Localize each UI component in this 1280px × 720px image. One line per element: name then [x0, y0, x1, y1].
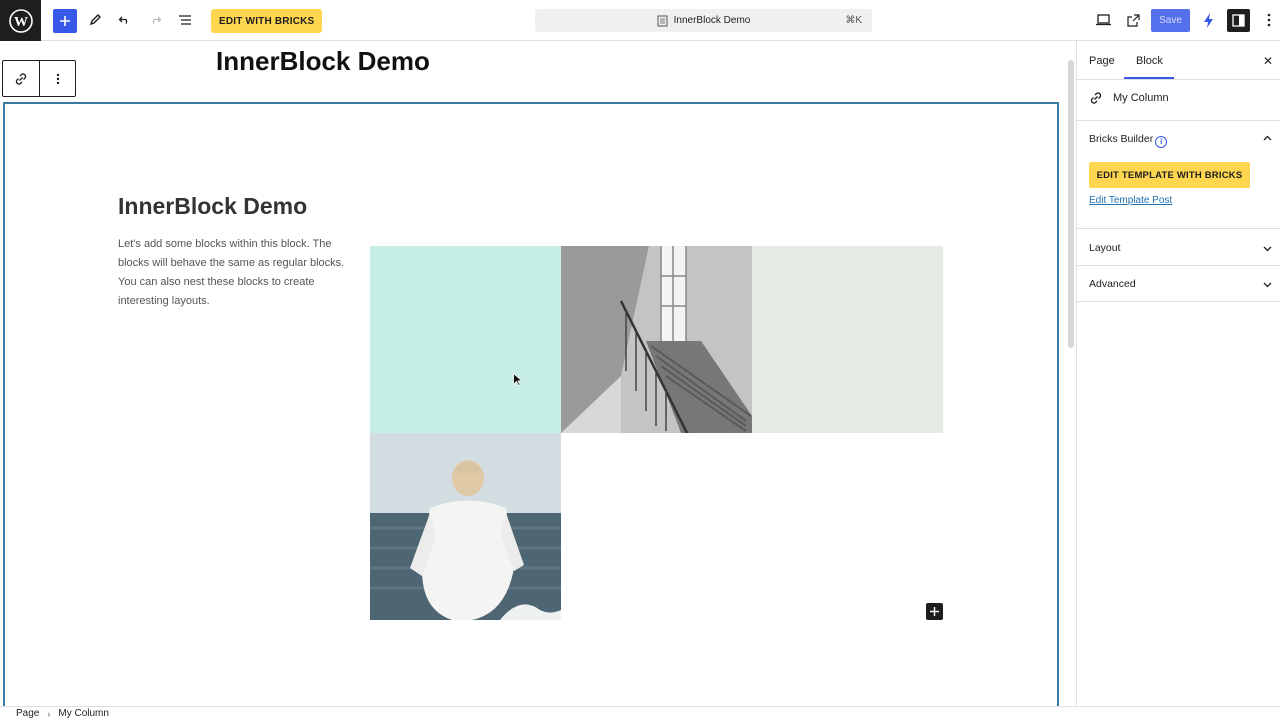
- document-title: InnerBlock Demo: [673, 15, 751, 26]
- wordpress-logo-icon[interactable]: W: [0, 0, 41, 41]
- inner-block-paragraph[interactable]: Let's add some blocks within this block.…: [118, 235, 353, 311]
- close-icon[interactable]: ✕: [1263, 54, 1273, 68]
- chevron-down-icon[interactable]: [1263, 244, 1272, 255]
- divider: [1077, 301, 1280, 302]
- panel-advanced-title[interactable]: Advanced: [1089, 278, 1136, 290]
- view-post-icon[interactable]: [1121, 8, 1145, 32]
- divider: [1077, 120, 1280, 121]
- block-options-icon[interactable]: [40, 61, 75, 96]
- command-shortcut: ⌘K: [845, 15, 862, 26]
- redo-icon[interactable]: [143, 8, 167, 32]
- block-appender-add-icon[interactable]: [926, 603, 943, 620]
- panel-layout-title[interactable]: Layout: [1089, 242, 1121, 254]
- divider: [1077, 265, 1280, 266]
- pencil-tools-icon[interactable]: [83, 8, 107, 32]
- breadcrumb-item-my-column[interactable]: My Column: [58, 708, 109, 719]
- device-preview-icon[interactable]: [1091, 8, 1115, 32]
- tab-page[interactable]: Page: [1089, 55, 1115, 67]
- panel-bricks-label: Bricks Builder: [1089, 133, 1154, 145]
- divider: [1077, 228, 1280, 229]
- chevron-right-icon: ›: [47, 708, 51, 719]
- block-breadcrumb: Page › My Column: [0, 706, 1280, 720]
- document-title-bar[interactable]: InnerBlock Demo ⌘K: [535, 9, 872, 32]
- settings-sidebar: Page Block ✕ My Column Bricks Builder i E…: [1076, 41, 1280, 706]
- edit-template-post-link[interactable]: Edit Template Post: [1089, 195, 1172, 206]
- save-button[interactable]: Save: [1151, 9, 1190, 32]
- mouse-cursor-icon: [513, 372, 524, 391]
- canvas-scrollbar[interactable]: [1068, 60, 1074, 348]
- add-block-button[interactable]: [53, 9, 77, 33]
- tab-block[interactable]: Block: [1136, 55, 1163, 67]
- page-icon: [657, 15, 668, 26]
- options-menu-icon[interactable]: [1257, 8, 1280, 32]
- block-card: My Column: [1089, 91, 1169, 105]
- info-icon[interactable]: i: [1155, 135, 1168, 148]
- gallery-tile-pale-green[interactable]: [752, 246, 943, 433]
- panel-bricks-builder-title[interactable]: Bricks Builder i: [1089, 133, 1168, 148]
- document-overview-icon[interactable]: [173, 8, 197, 32]
- active-tab-indicator: [1124, 77, 1174, 79]
- link-block-icon[interactable]: [3, 61, 40, 96]
- sidebar-tabs: Page Block ✕: [1077, 41, 1280, 80]
- editor-top-bar: W EDIT WITH BRICKS InnerBlock Demo ⌘K Sa…: [0, 0, 1280, 41]
- gallery-image-man-by-sea[interactable]: [370, 433, 561, 620]
- edit-template-with-bricks-button[interactable]: EDIT TEMPLATE WITH BRICKS: [1089, 162, 1250, 188]
- link-block-icon: [1090, 92, 1102, 104]
- gallery-tile-mint[interactable]: [370, 246, 561, 433]
- block-toolbar: [2, 60, 76, 97]
- gallery-image-staircase[interactable]: [561, 246, 752, 433]
- block-card-title: My Column: [1113, 92, 1169, 104]
- chevron-down-icon[interactable]: [1263, 280, 1272, 291]
- lightning-icon[interactable]: [1197, 8, 1221, 32]
- chevron-up-icon[interactable]: [1263, 133, 1272, 144]
- inner-block-heading[interactable]: InnerBlock Demo: [118, 193, 307, 220]
- undo-icon[interactable]: [113, 8, 137, 32]
- edit-with-bricks-button[interactable]: EDIT WITH BRICKS: [211, 9, 323, 33]
- post-title[interactable]: InnerBlock Demo: [216, 46, 430, 77]
- svg-text:W: W: [14, 15, 28, 30]
- breadcrumb-item-page[interactable]: Page: [16, 708, 39, 719]
- settings-sidebar-toggle-icon[interactable]: [1227, 9, 1250, 32]
